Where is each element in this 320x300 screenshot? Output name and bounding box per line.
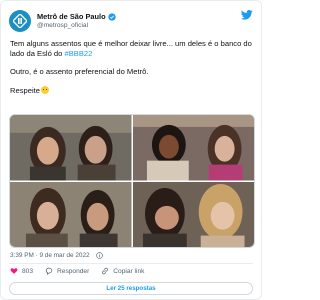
media-photo-4[interactable]	[132, 181, 254, 247]
tweet-actions: 803 Responder Copiar link	[10, 267, 156, 275]
tweet-card: Metrô de São Paulo @metrosp_oficial Tem …	[0, 0, 262, 300]
verified-badge-icon	[107, 13, 116, 21]
heart-icon	[10, 268, 18, 274]
avatar[interactable]	[9, 10, 31, 32]
media-grid	[9, 114, 255, 248]
twitter-bird-icon[interactable]	[241, 10, 253, 20]
photo-woman-blonde-icon	[132, 181, 254, 247]
relieved-face-emoji-icon	[40, 85, 49, 94]
read-replies-button[interactable]: Ler 25 respostas	[9, 282, 253, 295]
reply-bubble-icon	[45, 267, 53, 275]
link-icon	[102, 267, 109, 275]
photo-woman-dark-hair-icon	[10, 115, 132, 181]
media-photo-3[interactable]	[10, 181, 132, 247]
author-names: Metrô de São Paulo @metrosp_oficial	[37, 12, 116, 29]
hashtag-link[interactable]: #BBB22	[64, 49, 92, 58]
photo-woman-covering-mouth-icon	[10, 181, 132, 247]
reply-label: Responder	[57, 267, 90, 275]
like-count: 803	[22, 267, 34, 275]
copy-link-label: Copiar link	[113, 267, 145, 275]
tweet-text: Tem alguns assentos que é melhor deixar …	[10, 39, 254, 104]
tweet-text-line1: Tem alguns assentos que é melhor deixar …	[10, 39, 252, 59]
like-button[interactable]: 803	[10, 267, 33, 275]
info-icon[interactable]	[95, 252, 103, 259]
author-handle[interactable]: @metrosp_oficial	[37, 22, 116, 29]
media-photo-1[interactable]	[10, 115, 132, 181]
tweet-text-line2: Outro, é o assento preferencial do Metrô…	[10, 67, 149, 77]
metro-logo-icon	[13, 14, 27, 28]
reply-button[interactable]: Responder	[45, 267, 89, 275]
photo-woman-laughing-icon	[132, 115, 254, 181]
copy-link-button[interactable]: Copiar link	[101, 267, 144, 275]
author-display-name[interactable]: Metrô de São Paulo	[37, 12, 106, 21]
tweet-timestamp[interactable]: 3:39 PM · 9 de mar de 2022	[10, 252, 90, 259]
tweet-header: Metrô de São Paulo @metrosp_oficial	[9, 8, 253, 34]
divider	[9, 263, 253, 264]
tweet-text-line3: Respeite	[10, 85, 40, 95]
media-photo-2[interactable]	[132, 115, 254, 181]
tweet-meta: 3:39 PM · 9 de mar de 2022	[10, 252, 103, 259]
